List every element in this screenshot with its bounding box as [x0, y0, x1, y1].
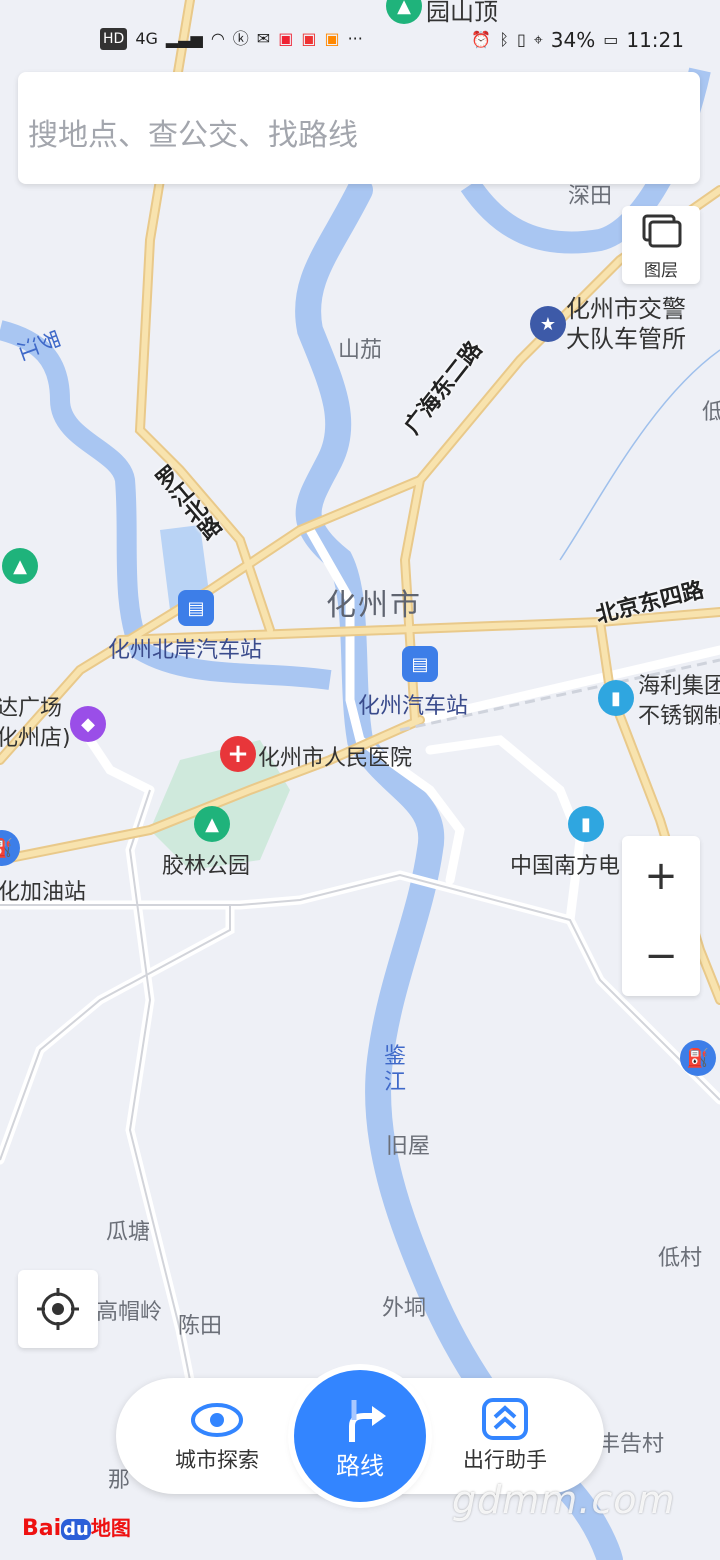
label-city[interactable]: 化州市: [326, 580, 422, 624]
label-beian-station[interactable]: 化州北岸汽车站: [108, 632, 262, 664]
wifi-icon: ◠: [210, 29, 225, 48]
label-bus-station[interactable]: 化州汽车站: [358, 688, 468, 720]
label-guatang: 瓜塘: [106, 1220, 151, 1245]
label-traffic-police[interactable]: 化州市交警 大队车管所: [566, 294, 686, 354]
app2-icon: ▣: [301, 29, 317, 48]
label-fenggaocun: 丰告村: [598, 1432, 665, 1457]
city-explore-label: 城市探索: [175, 1448, 259, 1472]
label-jiaolin-park[interactable]: 胶林公园: [162, 848, 250, 880]
location-icon: ⌖: [533, 30, 543, 49]
app1-icon: ▣: [278, 29, 294, 48]
bluetooth-icon: ᛒ: [499, 30, 509, 49]
hd-icon: HD: [100, 28, 128, 50]
label-haili[interactable]: 海利集团 不锈钢制: [638, 672, 720, 732]
park-pin-icon[interactable]: ▲: [2, 548, 38, 584]
label-di-right: 低: [702, 400, 720, 425]
eye-icon: [191, 1403, 243, 1437]
baidu-map-logo: Bai du 地图: [22, 1516, 131, 1541]
park-pin-icon[interactable]: ▲: [194, 806, 230, 842]
route-button[interactable]: 路线: [294, 1370, 426, 1502]
map-canvas[interactable]: [0, 0, 720, 1560]
label-jianjiang: 鉴 江: [384, 1044, 407, 1095]
search-input[interactable]: 搜地点、查公交、找路线: [18, 72, 700, 184]
building-pin-icon[interactable]: ▮: [598, 680, 634, 716]
layers-icon: [642, 214, 682, 248]
assistant-icon: [482, 1398, 528, 1440]
label-jiuwu: 旧屋: [386, 1134, 431, 1159]
more-dots-icon: ···: [347, 29, 363, 48]
vibrate-icon: ▯: [516, 30, 526, 49]
crosshair-icon: [37, 1288, 79, 1330]
label-gas-station[interactable]: 化加油站: [0, 874, 86, 906]
bus-stop-icon[interactable]: ▤: [178, 590, 214, 626]
zoom-control: + −: [622, 836, 700, 996]
police-pin-icon[interactable]: ★: [530, 306, 566, 342]
travel-assistant-button[interactable]: 出行助手: [430, 1378, 580, 1494]
label-southern-power[interactable]: 中国南方电: [510, 848, 620, 880]
4g-signal-icon: 4G: [135, 29, 158, 48]
layer-label: 图层: [644, 261, 678, 281]
watermark: gdmm.com: [452, 1478, 676, 1522]
zoom-in-button[interactable]: +: [622, 836, 700, 916]
mail-icon: ✉: [256, 29, 271, 48]
clock: 11:21: [626, 28, 684, 52]
city-explore-button[interactable]: 城市探索: [142, 1378, 292, 1494]
search-placeholder: 搜地点、查公交、找路线: [28, 118, 358, 153]
label-chentian: 陈田: [178, 1314, 223, 1339]
locate-button[interactable]: [18, 1270, 98, 1348]
signal-bars-icon: ▂▃▅: [165, 29, 203, 48]
label-dicun: 低村: [658, 1246, 703, 1271]
status-bar: HD 4G ▂▃▅ ◠ ⓚ ✉ ▣ ▣ ▣ ··· ⏰ ᛒ ▯ ⌖ 34% ▭ …: [0, 22, 720, 62]
district-boundary: [559, 349, 720, 561]
bus-stop-icon[interactable]: ▤: [402, 646, 438, 682]
zoom-out-button[interactable]: −: [622, 916, 700, 996]
alarm-icon: ⏰: [471, 30, 492, 49]
label-gaomaoling: 高帽岭: [96, 1300, 163, 1325]
travel-assistant-label: 出行助手: [463, 1448, 547, 1472]
layer-button[interactable]: 图层: [622, 206, 700, 284]
shopping-pin-icon[interactable]: ◆: [70, 706, 106, 742]
power-company-pin-icon[interactable]: ▮: [568, 806, 604, 842]
label-plaza[interactable]: 达广场 化州店): [0, 694, 71, 754]
hospital-pin-icon[interactable]: +: [220, 736, 256, 772]
label-shanqie: 山茄: [338, 338, 383, 363]
label-waitong: 外垌: [382, 1296, 427, 1321]
battery-icon: ▭: [603, 30, 619, 49]
battery-percent: 34%: [550, 28, 596, 52]
k-app-icon: ⓚ: [232, 29, 249, 48]
gas-station-pin-icon[interactable]: ⛽: [680, 1040, 716, 1076]
route-label: 路线: [336, 1452, 384, 1480]
app3-icon: ▣: [324, 29, 340, 48]
label-hospital[interactable]: 化州市人民医院: [258, 740, 412, 772]
